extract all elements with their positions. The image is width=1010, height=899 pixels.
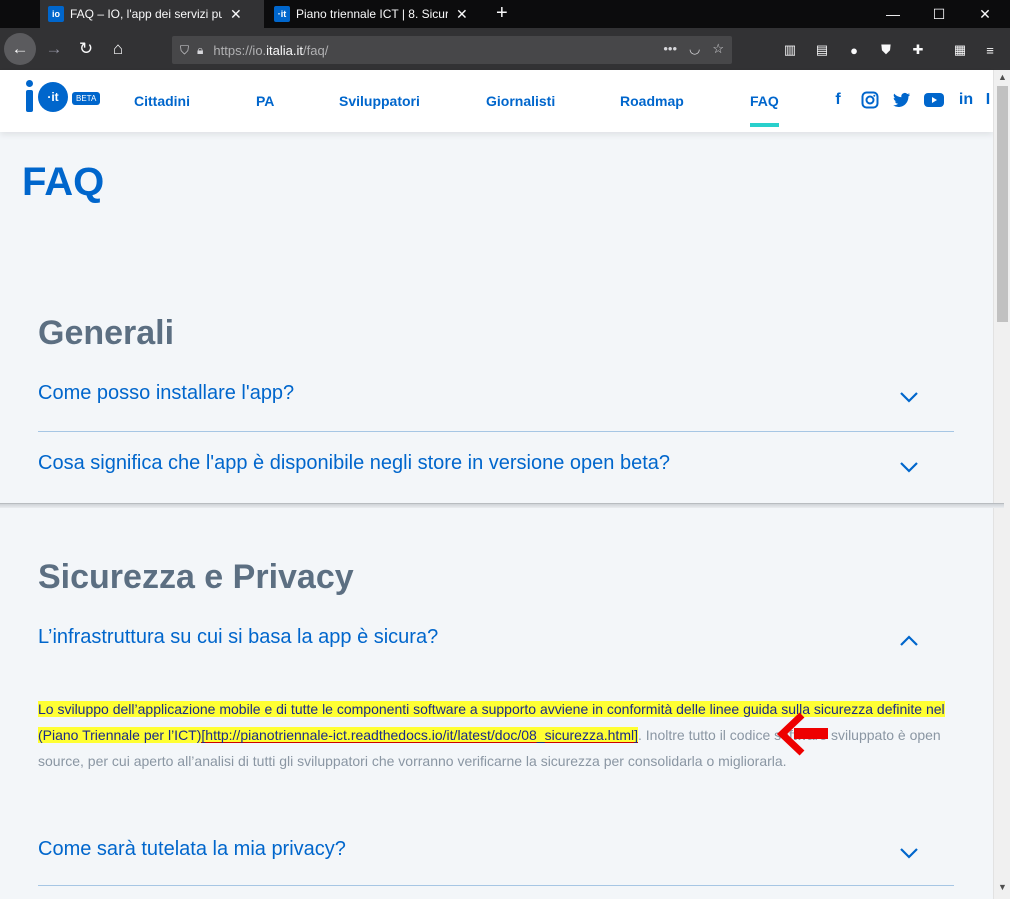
scroll-up-icon[interactable]: ▲	[994, 72, 1010, 82]
shield-icon[interactable]: ⛉	[180, 43, 189, 58]
reload-icon[interactable]: ↻	[72, 35, 100, 63]
hamburger-menu-icon[interactable]: ≡	[980, 40, 1000, 60]
url-path: /faq/	[303, 42, 329, 58]
minimize-icon[interactable]: —	[870, 0, 916, 28]
tab-piano-triennale[interactable]: ·it Piano triennale ICT | 8. Sicurezza ✕	[266, 0, 490, 28]
page-actions-icon[interactable]: •••	[663, 41, 677, 57]
page-title: FAQ	[22, 160, 105, 204]
bookmark-star-icon[interactable]: ☆	[712, 41, 724, 57]
sidebar-icon[interactable]: ▤	[812, 40, 832, 60]
io-favicon-icon: io	[48, 6, 64, 22]
url-text[interactable]: https://io.italia.it/faq/	[213, 43, 328, 58]
nav-roadmap[interactable]: Roadmap	[620, 93, 684, 109]
chevron-down-icon[interactable]	[900, 458, 918, 476]
nav-sviluppatori[interactable]: Sviluppatori	[339, 93, 420, 109]
faq-separator	[38, 885, 954, 886]
logo-i-mark	[24, 80, 36, 112]
lock-icon[interactable]: 🔒︎	[197, 43, 203, 58]
vertical-scrollbar[interactable]: ▲ ▼	[993, 70, 1010, 899]
overflow-social-icon[interactable]: I	[984, 90, 992, 110]
logo-it-badge: ·it	[38, 82, 68, 112]
nav-giornalisti[interactable]: Giornalisti	[486, 93, 555, 109]
tab-title: FAQ – IO, l'app dei servizi pubblici	[70, 7, 222, 21]
twitter-icon[interactable]	[892, 90, 912, 110]
close-tab-icon[interactable]: ✕	[456, 6, 468, 23]
pocket-icon[interactable]: ◡	[689, 41, 700, 57]
faq-item[interactable]: Cosa significa che l'app è disponibile n…	[38, 452, 954, 492]
faq-question[interactable]: L’infrastruttura su cui si basa la app è…	[38, 626, 438, 649]
nav-faq[interactable]: FAQ	[750, 93, 779, 127]
chevron-down-icon[interactable]	[900, 844, 918, 862]
faq-item[interactable]: Come posso installare l'app?	[38, 382, 954, 432]
back-icon[interactable]: ←	[4, 33, 36, 65]
faq-question[interactable]: Come posso installare l'app?	[38, 382, 294, 405]
faq-question[interactable]: Cosa significa che l'app è disponibile n…	[38, 452, 670, 475]
scrollbar-thumb[interactable]	[997, 86, 1008, 322]
it-favicon-icon: ·it	[274, 6, 290, 22]
account-icon[interactable]: ●	[844, 40, 864, 60]
tab-title: Piano triennale ICT | 8. Sicurezza	[296, 7, 448, 21]
facebook-icon[interactable]: f	[828, 90, 848, 110]
screenshot-seam	[0, 503, 1004, 508]
home-icon[interactable]: ⌂	[104, 35, 132, 63]
scroll-down-icon[interactable]: ▼	[994, 882, 1010, 892]
nav-pa[interactable]: PA	[256, 93, 274, 109]
nav-cittadini[interactable]: Cittadini	[134, 93, 190, 109]
faq-item[interactable]: Come sarà tutelata la mia privacy?	[38, 838, 954, 886]
forward-icon[interactable]: →	[40, 35, 68, 63]
address-bar[interactable]: ⛉ 🔒︎ https://io.italia.it/faq/ ••• ◡ ☆	[172, 36, 732, 64]
browser-tab-bar: io FAQ – IO, l'app dei servizi pubblici …	[0, 0, 1010, 28]
url-prefix: https://io.	[213, 42, 267, 58]
linkedin-icon[interactable]: in	[956, 90, 976, 110]
extension-icon[interactable]: ✚	[908, 40, 928, 60]
library-icon[interactable]: ▥	[780, 40, 800, 60]
red-arrow-annotation-icon	[776, 712, 828, 756]
faq-item-expanded[interactable]: L’infrastruttura su cui si basa la app è…	[38, 626, 954, 666]
section-heading-sicurezza: Sicurezza e Privacy	[38, 558, 354, 596]
beta-badge: BETA	[72, 92, 101, 105]
maximize-icon[interactable]: ☐	[916, 0, 962, 28]
youtube-icon[interactable]	[924, 90, 944, 110]
gift-icon[interactable]: ▦	[950, 40, 970, 60]
url-domain: italia.it	[266, 42, 304, 58]
chevron-up-icon[interactable]	[900, 632, 918, 650]
close-tab-icon[interactable]: ✕	[230, 6, 242, 23]
faq-question[interactable]: Come sarà tutelata la mia privacy?	[38, 838, 346, 861]
section-heading-generali: Generali	[38, 314, 175, 352]
tab-faq[interactable]: io FAQ – IO, l'app dei servizi pubblici …	[40, 0, 264, 28]
faq-separator	[38, 431, 954, 432]
io-logo[interactable]: ·it BETA	[24, 78, 101, 114]
new-tab-icon[interactable]: +	[496, 2, 508, 25]
instagram-icon[interactable]	[860, 90, 880, 110]
answer-link[interactable]: [http://pianotriennale-ict.readthedocs.i…	[201, 727, 638, 743]
chevron-down-icon[interactable]	[900, 388, 918, 406]
ublock-icon[interactable]: ⛊	[876, 40, 896, 60]
window-close-icon[interactable]: ✕	[962, 0, 1008, 28]
